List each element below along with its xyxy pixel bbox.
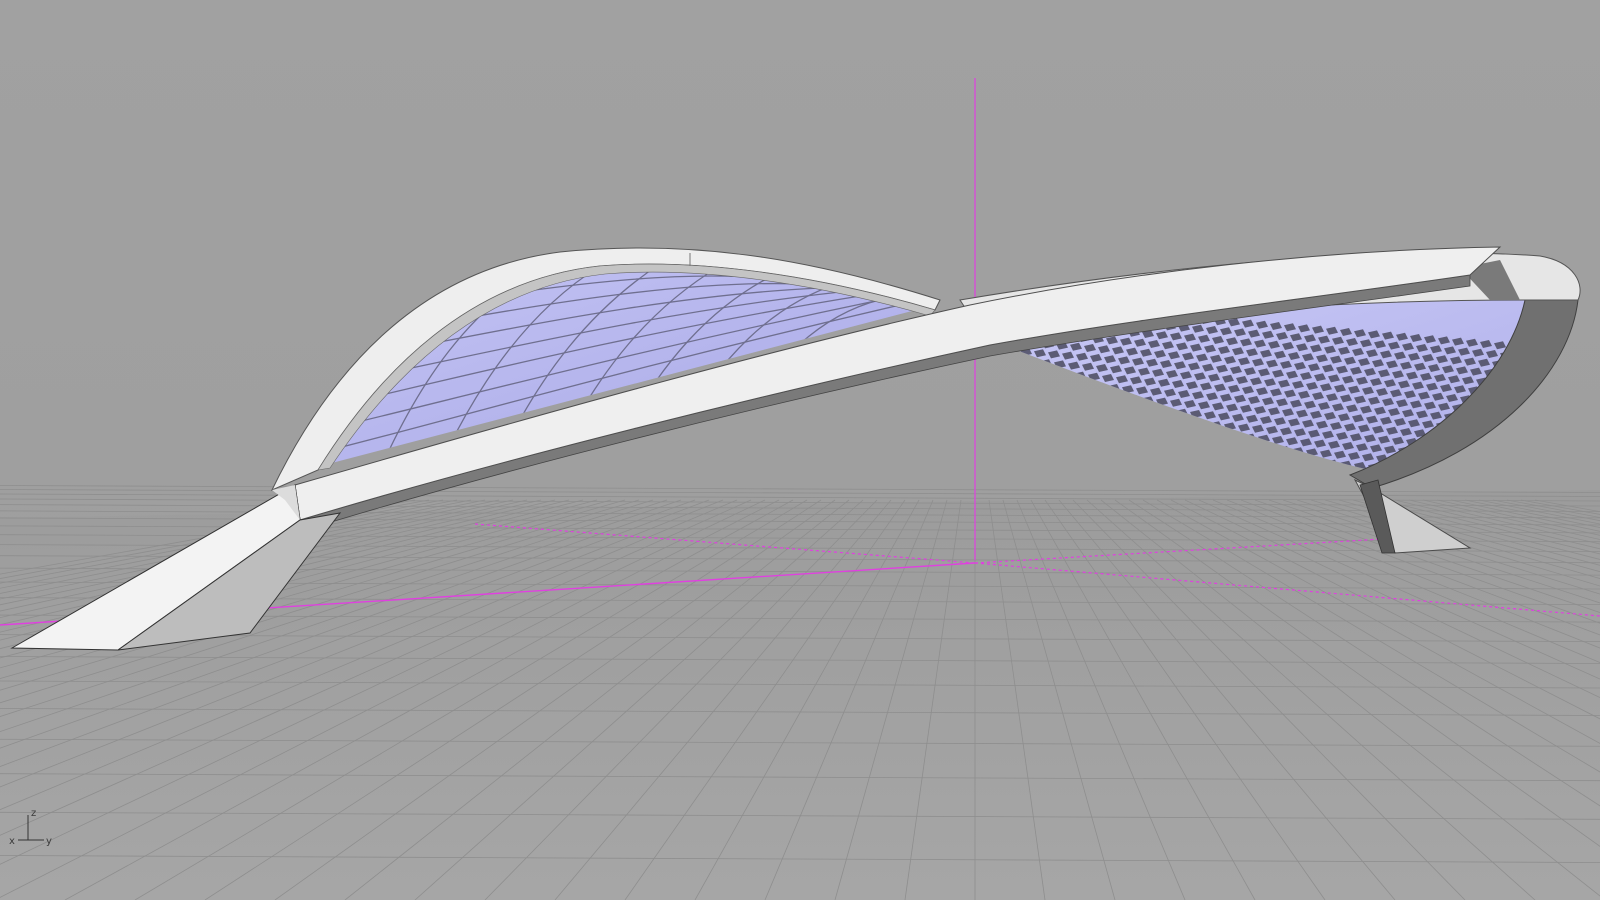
axis-z-label: z	[31, 808, 36, 819]
perspective-viewport[interactable]: z y x	[0, 0, 1600, 900]
axis-x-label: x	[9, 836, 15, 847]
viewport-canvas[interactable]: z y x	[0, 0, 1600, 900]
axis-y-label: y	[46, 836, 52, 847]
